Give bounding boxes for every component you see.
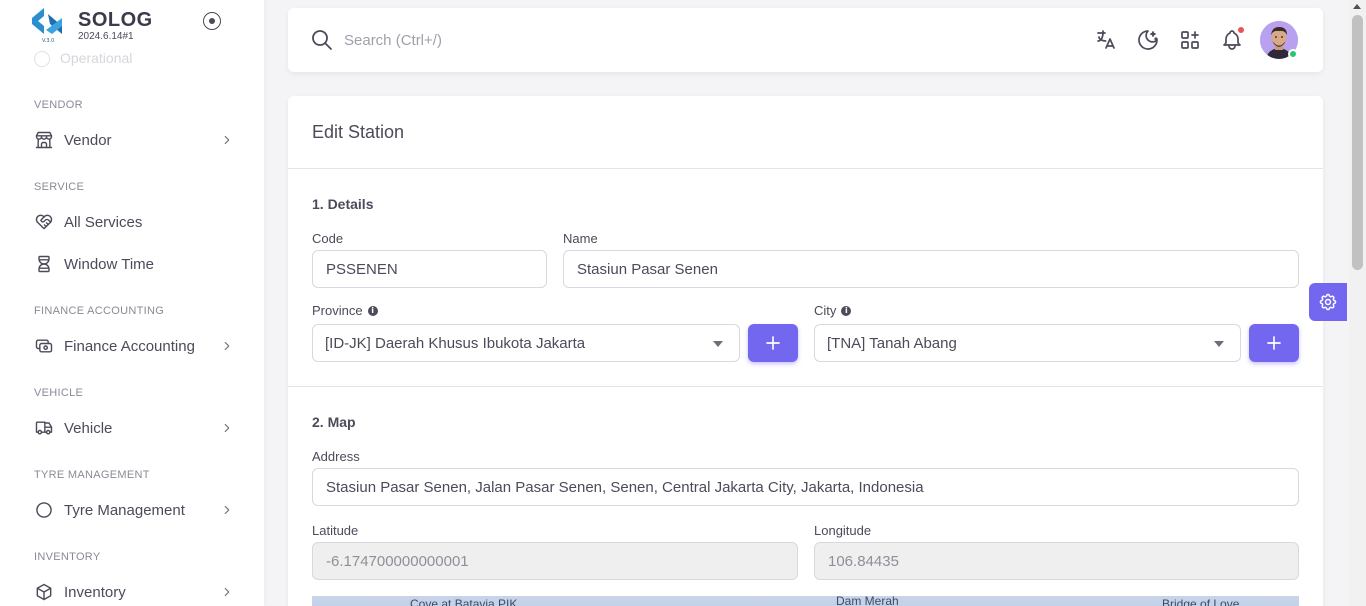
brand[interactable]: V.3.0 SOLOG 2024.6.14#1 — [28, 4, 258, 44]
section-label-inventory: INVENTORY — [34, 551, 101, 563]
search-input[interactable] — [344, 28, 944, 52]
map-heading: 2. Map — [312, 414, 356, 430]
store-icon — [34, 130, 54, 150]
sidebar-item-tyre-management[interactable]: Tyre Management — [22, 491, 248, 529]
divider — [288, 386, 1323, 387]
notifications-button[interactable] — [1220, 26, 1245, 52]
notification-badge — [1237, 26, 1245, 34]
address-label-text: Address — [312, 449, 360, 464]
sidebar-item-label: Operational — [60, 50, 133, 66]
sidebar-item-window-time[interactable]: Window Time — [22, 245, 248, 283]
longitude-field — [814, 542, 1299, 580]
sidebar-item-label: All Services — [64, 213, 143, 231]
add-city-button[interactable] — [1249, 324, 1299, 362]
box-icon — [34, 582, 54, 602]
truck-icon — [34, 418, 54, 438]
apps-add-icon[interactable] — [1178, 28, 1202, 52]
sidebar-item-label: Inventory — [64, 583, 126, 601]
sidebar-item-label: Finance Accounting — [64, 337, 195, 355]
circle-icon — [34, 500, 54, 520]
name-field[interactable] — [563, 250, 1299, 288]
divider — [288, 168, 1323, 169]
details-heading: 1. Details — [312, 196, 374, 212]
circle-icon — [34, 51, 50, 68]
sidebar-item-vendor[interactable]: Vendor — [22, 121, 248, 159]
sidebar-item-vehicle[interactable]: Vehicle — [22, 409, 248, 447]
add-province-button[interactable] — [748, 324, 798, 362]
code-label: Code — [312, 231, 343, 246]
info-icon[interactable]: i — [367, 305, 378, 316]
province-selected-value: [ID-JK] Daerah Khusus Ibukota Jakarta — [325, 334, 586, 352]
info-icon[interactable]: i — [841, 305, 852, 316]
topbar — [288, 8, 1323, 72]
latitude-label-text: Latitude — [312, 523, 359, 538]
cash-icon — [34, 336, 54, 356]
heart-handshake-icon — [34, 212, 54, 232]
longitude-label: Longitude — [814, 523, 871, 538]
translate-icon[interactable] — [1094, 28, 1118, 52]
province-label-text: Province — [312, 303, 363, 318]
section-label-tyre-management: TYRE MANAGEMENT — [34, 469, 150, 481]
search-icon[interactable] — [310, 28, 334, 52]
chevron-right-icon — [224, 587, 230, 597]
name-label-text: Name — [563, 231, 598, 246]
logo-version: V.3.0 — [42, 38, 54, 44]
sidebar-item-all-services[interactable]: All Services — [22, 203, 248, 241]
section-label-vendor: VENDOR — [34, 99, 83, 111]
caret-down-icon — [1214, 341, 1224, 347]
plus-icon — [1267, 336, 1281, 350]
page-title: Edit Station — [312, 122, 405, 142]
chevron-right-icon — [224, 135, 230, 145]
map-label: Cove at Batavia PIK — [410, 597, 518, 606]
sidebar-item-operational[interactable]: Operational — [34, 50, 133, 68]
name-label: Name — [563, 231, 598, 246]
latitude-field — [312, 542, 798, 580]
longitude-label-text: Longitude — [814, 523, 872, 538]
avatar[interactable] — [1260, 21, 1298, 59]
map-view[interactable]: Cove at Batavia PIK Dam Merah Bridge of … — [312, 596, 1299, 606]
scroll-thumb[interactable] — [1352, 15, 1363, 270]
sidebar-item-label: Tyre Management — [64, 501, 185, 519]
sidebar-item-label: Vendor — [64, 131, 112, 149]
sidebar-item-inventory[interactable]: Inventory — [22, 573, 248, 606]
caret-down-icon — [713, 341, 723, 347]
code-field[interactable] — [312, 250, 547, 288]
solog-logo: V.3.0 — [32, 8, 62, 44]
map-label: Dam Merah — [836, 596, 899, 606]
chevron-right-icon — [224, 505, 230, 515]
page-scrollbar[interactable] — [1349, 0, 1366, 606]
plus-icon — [766, 336, 780, 350]
theme-customizer-button[interactable] — [1309, 283, 1347, 321]
sidebar: V.3.0 SOLOG 2024.6.14#1 Operational VEND… — [0, 0, 264, 606]
latitude-label: Latitude — [312, 523, 358, 538]
section-label-finance-accounting: FINANCE ACCOUNTING — [34, 305, 165, 317]
hourglass-icon — [34, 254, 54, 274]
code-label-text: Code — [312, 231, 344, 246]
scroll-up-arrow[interactable] — [1353, 4, 1361, 9]
province-select[interactable]: [ID-JK] Daerah Khusus Ibukota Jakarta — [312, 324, 740, 362]
section-label-service: SERVICE — [34, 181, 85, 193]
city-label-text: City — [814, 303, 837, 318]
sidebar-collapse-toggle[interactable] — [203, 12, 221, 30]
gear-icon — [1319, 293, 1337, 311]
brand-version: 2024.6.14#1 — [78, 31, 134, 42]
edit-station-card: Edit Station 1. Details Code Name Provin… — [288, 96, 1323, 606]
chevron-right-icon — [224, 341, 230, 351]
province-label: Province i — [312, 303, 378, 318]
moon-icon[interactable] — [1136, 28, 1160, 52]
map-label: Bridge of Love — [1162, 597, 1240, 606]
section-label-vehicle: VEHICLE — [34, 387, 84, 399]
sidebar-item-label: Vehicle — [64, 419, 113, 437]
chevron-right-icon — [224, 423, 230, 433]
address-field[interactable] — [312, 468, 1299, 506]
brand-name: SOLOG — [78, 9, 153, 31]
city-label: City i — [814, 303, 852, 318]
address-label: Address — [312, 449, 360, 464]
city-select[interactable]: [TNA] Tanah Abang — [814, 324, 1241, 362]
sidebar-item-label: Window Time — [64, 255, 155, 273]
sidebar-item-finance-accounting[interactable]: Finance Accounting — [22, 327, 248, 365]
online-status-indicator — [1288, 49, 1298, 59]
city-selected-value: [TNA] Tanah Abang — [827, 334, 957, 352]
